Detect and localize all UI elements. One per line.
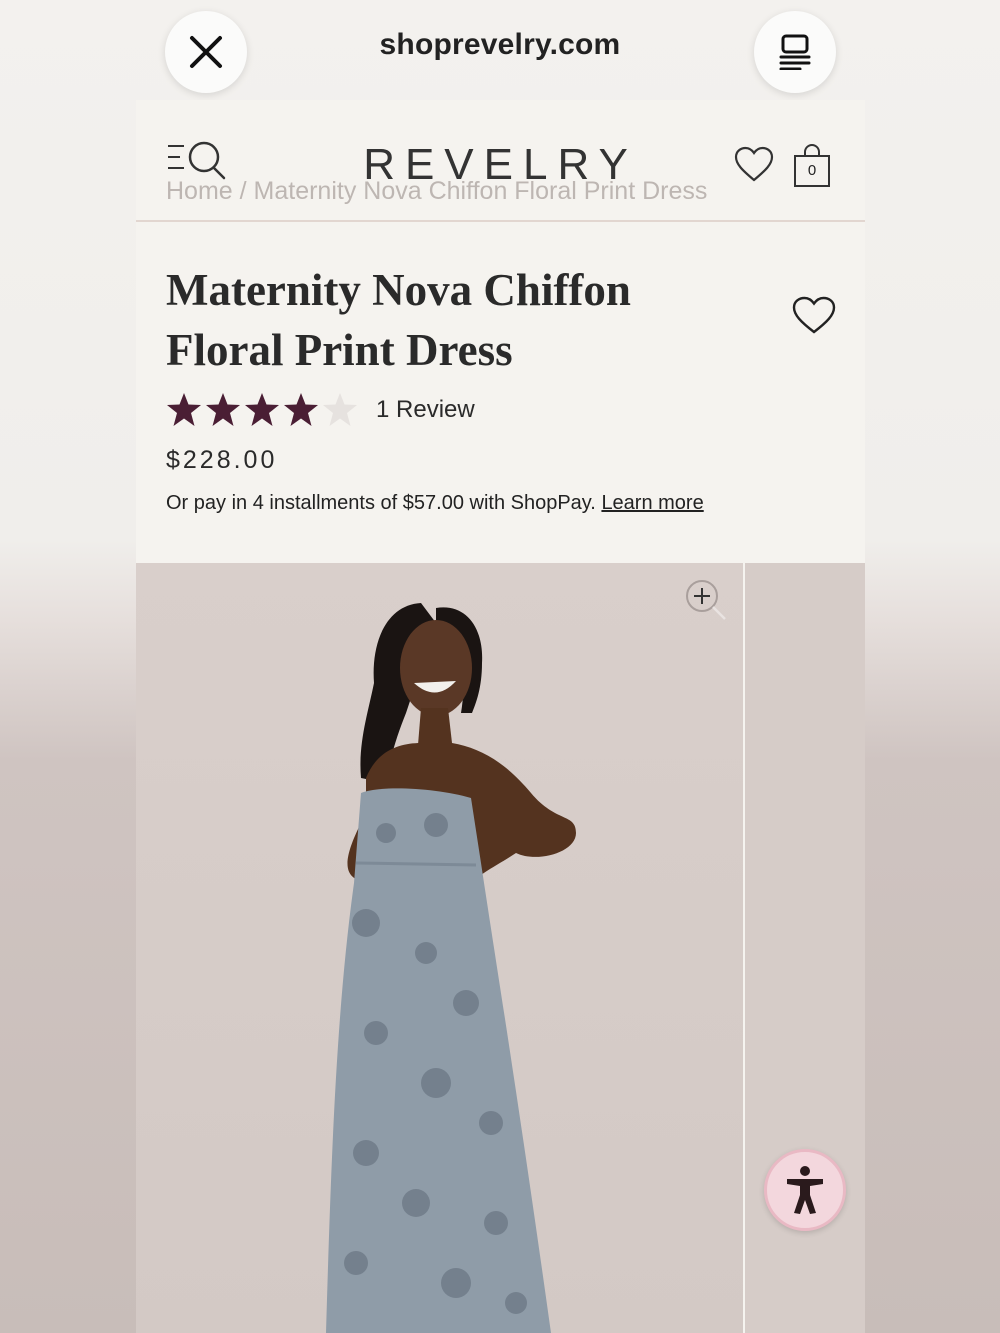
heart-icon[interactable] — [734, 146, 774, 184]
rating-stars — [166, 392, 358, 428]
wishlist-heart-icon[interactable] — [792, 296, 836, 336]
close-button[interactable] — [165, 11, 247, 93]
product-page: REVELRY Home / Maternity Nova Chiffon Fl… — [136, 100, 865, 1333]
learn-more-link[interactable]: Learn more — [601, 492, 703, 514]
product-price: $228.00 — [166, 446, 278, 474]
model-illustration — [326, 603, 576, 1333]
product-title: Maternity Nova Chiffon Floral Print Dres… — [166, 265, 631, 375]
tabs-icon — [779, 34, 811, 70]
star-filled-icon — [167, 393, 201, 426]
cart-button[interactable]: 0 — [792, 142, 832, 188]
installments-info: Or pay in 4 installments of $57.00 with … — [166, 492, 704, 515]
star-filled-icon — [284, 393, 318, 426]
star-empty-icon — [323, 393, 357, 426]
product-rating[interactable]: 1 Review — [166, 390, 475, 430]
review-count[interactable]: 1 Review — [376, 396, 475, 424]
browser-bar: shoprevelry.com — [0, 0, 1000, 100]
url-bar[interactable]: shoprevelry.com — [300, 28, 700, 62]
accessibility-icon — [787, 1166, 823, 1214]
product-gallery[interactable] — [136, 563, 865, 1333]
product-photo[interactable] — [136, 563, 743, 1333]
cart-count: 0 — [807, 162, 817, 179]
breadcrumb[interactable]: Home / Maternity Nova Chiffon Floral Pri… — [166, 177, 707, 206]
installments-text: Or pay in 4 installments of $57.00 with … — [166, 492, 596, 514]
zoom-in-icon[interactable] — [684, 578, 728, 622]
star-filled-icon — [206, 393, 240, 426]
tabs-button[interactable] — [754, 11, 836, 93]
site-header: REVELRY Home / Maternity Nova Chiffon Fl… — [136, 100, 865, 222]
accessibility-button[interactable] — [764, 1149, 846, 1231]
close-icon — [190, 36, 222, 68]
star-filled-icon — [245, 393, 279, 426]
